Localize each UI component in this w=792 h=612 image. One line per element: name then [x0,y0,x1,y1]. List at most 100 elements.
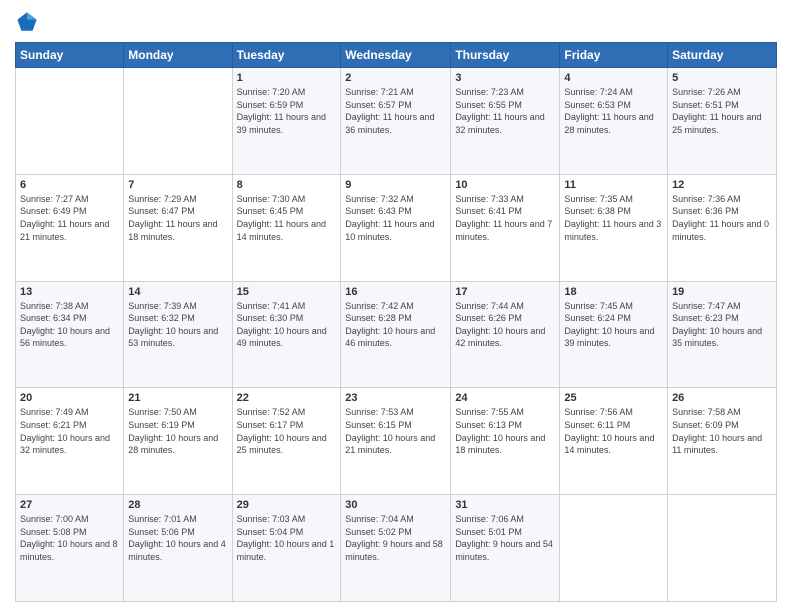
day-cell: 18Sunrise: 7:45 AM Sunset: 6:24 PM Dayli… [560,281,668,388]
header-row: SundayMondayTuesdayWednesdayThursdayFrid… [16,43,777,68]
day-cell: 19 Sunrise: 7:47 AM Sunset: 6:23 PM Dayli… [668,281,777,388]
day-cell: 28 Sunrise: 7:01 AM Sunset: 5:06 PM Dayli… [124,495,232,602]
day-info: Sunrise: 7:33 AM Sunset: 6:41 PM Dayligh… [455,193,555,243]
day-info: Sunrise: 7:35 AM Sunset: 6:38 PM Dayligh… [564,193,663,243]
day-info: Sunrise: 7:45 AM Sunset: 6:24 PM Dayligh… [564,300,663,350]
day-cell: 25 Sunrise: 7:56 AM Sunset: 6:11 PM Dayli… [560,388,668,495]
day-number: 17 [455,286,555,298]
day-info: Sunrise: 7:49 AM Sunset: 6:21 PM Dayligh… [20,406,119,456]
day-number: 30 [345,499,446,511]
day-info: Sunrise: 7:23 AM Sunset: 6:55 PM Dayligh… [455,86,555,136]
header-day-wednesday: Wednesday [341,43,451,68]
day-number: 1 [237,72,337,84]
day-info: Sunrise: 7:03 AM Sunset: 5:04 PM Dayligh… [237,513,337,563]
day-cell: 5 Sunrise: 7:26 AM Sunset: 6:51 PM Daylig… [668,68,777,175]
day-number: 2 [345,72,446,84]
day-info: Sunrise: 7:47 AM Sunset: 6:23 PM Dayligh… [672,300,772,350]
day-cell: 30 Sunrise: 7:04 AM Sunset: 5:02 PM Dayli… [341,495,451,602]
day-cell: 24 Sunrise: 7:55 AM Sunset: 6:13 PM Dayli… [451,388,560,495]
day-cell: 29 Sunrise: 7:03 AM Sunset: 5:04 PM Dayli… [232,495,341,602]
day-cell: 20 Sunrise: 7:49 AM Sunset: 6:21 PM Dayli… [16,388,124,495]
day-info: Sunrise: 7:53 AM Sunset: 6:15 PM Dayligh… [345,406,446,456]
day-cell: 22Sunrise: 7:52 AM Sunset: 6:17 PM Dayli… [232,388,341,495]
day-cell: 16 Sunrise: 7:42 AM Sunset: 6:28 PM Dayli… [341,281,451,388]
day-number: 13 [20,286,119,298]
day-info: Sunrise: 7:41 AM Sunset: 6:30 PM Dayligh… [237,300,337,350]
day-cell: 31Sunrise: 7:06 AM Sunset: 5:01 PM Dayli… [451,495,560,602]
day-cell: 3 Sunrise: 7:23 AM Sunset: 6:55 PM Daylig… [451,68,560,175]
day-cell [668,495,777,602]
week-row-5: 27 Sunrise: 7:00 AM Sunset: 5:08 PM Dayli… [16,495,777,602]
day-number: 10 [455,179,555,191]
day-info: Sunrise: 7:56 AM Sunset: 6:11 PM Dayligh… [564,406,663,456]
day-cell: 8Sunrise: 7:30 AM Sunset: 6:45 PM Daylig… [232,174,341,281]
day-number: 12 [672,179,772,191]
day-number: 21 [128,392,227,404]
header-day-saturday: Saturday [668,43,777,68]
day-cell: 4 Sunrise: 7:24 AM Sunset: 6:53 PM Daylig… [560,68,668,175]
day-info: Sunrise: 7:26 AM Sunset: 6:51 PM Dayligh… [672,86,772,136]
day-cell: 6 Sunrise: 7:27 AM Sunset: 6:49 PM Daylig… [16,174,124,281]
header-day-friday: Friday [560,43,668,68]
calendar-body: 1Sunrise: 7:20 AM Sunset: 6:59 PM Daylig… [16,68,777,602]
week-row-2: 6 Sunrise: 7:27 AM Sunset: 6:49 PM Daylig… [16,174,777,281]
day-number: 28 [128,499,227,511]
day-cell: 13Sunrise: 7:38 AM Sunset: 6:34 PM Dayli… [16,281,124,388]
day-number: 24 [455,392,555,404]
day-cell: 23 Sunrise: 7:53 AM Sunset: 6:15 PM Dayli… [341,388,451,495]
day-number: 29 [237,499,337,511]
day-number: 9 [345,179,446,191]
day-cell: 15 Sunrise: 7:41 AM Sunset: 6:30 PM Dayli… [232,281,341,388]
day-number: 7 [128,179,227,191]
day-info: Sunrise: 7:21 AM Sunset: 6:57 PM Dayligh… [345,86,446,136]
day-number: 20 [20,392,119,404]
day-info: Sunrise: 7:36 AM Sunset: 6:36 PM Dayligh… [672,193,772,243]
day-info: Sunrise: 7:30 AM Sunset: 6:45 PM Dayligh… [237,193,337,243]
day-info: Sunrise: 7:32 AM Sunset: 6:43 PM Dayligh… [345,193,446,243]
day-number: 6 [20,179,119,191]
day-number: 15 [237,286,337,298]
day-cell: 2 Sunrise: 7:21 AM Sunset: 6:57 PM Daylig… [341,68,451,175]
day-number: 23 [345,392,446,404]
header-day-sunday: Sunday [16,43,124,68]
calendar-header: SundayMondayTuesdayWednesdayThursdayFrid… [16,43,777,68]
day-info: Sunrise: 7:55 AM Sunset: 6:13 PM Dayligh… [455,406,555,456]
day-info: Sunrise: 7:27 AM Sunset: 6:49 PM Dayligh… [20,193,119,243]
day-number: 11 [564,179,663,191]
day-info: Sunrise: 7:04 AM Sunset: 5:02 PM Dayligh… [345,513,446,563]
day-number: 16 [345,286,446,298]
day-number: 5 [672,72,772,84]
day-info: Sunrise: 7:24 AM Sunset: 6:53 PM Dayligh… [564,86,663,136]
day-number: 27 [20,499,119,511]
day-number: 25 [564,392,663,404]
logo-icon [15,10,39,34]
day-info: Sunrise: 7:00 AM Sunset: 5:08 PM Dayligh… [20,513,119,563]
week-row-1: 1Sunrise: 7:20 AM Sunset: 6:59 PM Daylig… [16,68,777,175]
header-day-tuesday: Tuesday [232,43,341,68]
day-cell: 14 Sunrise: 7:39 AM Sunset: 6:32 PM Dayli… [124,281,232,388]
day-cell: 11 Sunrise: 7:35 AM Sunset: 6:38 PM Dayli… [560,174,668,281]
page: SundayMondayTuesdayWednesdayThursdayFrid… [0,0,792,612]
day-info: Sunrise: 7:58 AM Sunset: 6:09 PM Dayligh… [672,406,772,456]
day-number: 19 [672,286,772,298]
day-cell: 17 Sunrise: 7:44 AM Sunset: 6:26 PM Dayli… [451,281,560,388]
day-info: Sunrise: 7:01 AM Sunset: 5:06 PM Dayligh… [128,513,227,563]
day-cell: 1Sunrise: 7:20 AM Sunset: 6:59 PM Daylig… [232,68,341,175]
header-day-monday: Monday [124,43,232,68]
day-info: Sunrise: 7:44 AM Sunset: 6:26 PM Dayligh… [455,300,555,350]
day-cell: 7Sunrise: 7:29 AM Sunset: 6:47 PM Daylig… [124,174,232,281]
day-cell: 10 Sunrise: 7:33 AM Sunset: 6:41 PM Dayli… [451,174,560,281]
header-day-thursday: Thursday [451,43,560,68]
day-cell: 12 Sunrise: 7:36 AM Sunset: 6:36 PM Dayli… [668,174,777,281]
calendar-table: SundayMondayTuesdayWednesdayThursdayFrid… [15,42,777,602]
day-number: 4 [564,72,663,84]
day-number: 14 [128,286,227,298]
day-info: Sunrise: 7:42 AM Sunset: 6:28 PM Dayligh… [345,300,446,350]
day-info: Sunrise: 7:39 AM Sunset: 6:32 PM Dayligh… [128,300,227,350]
day-number: 3 [455,72,555,84]
day-cell: 9 Sunrise: 7:32 AM Sunset: 6:43 PM Daylig… [341,174,451,281]
day-cell [124,68,232,175]
week-row-3: 13Sunrise: 7:38 AM Sunset: 6:34 PM Dayli… [16,281,777,388]
week-row-4: 20 Sunrise: 7:49 AM Sunset: 6:21 PM Dayli… [16,388,777,495]
header [15,10,777,34]
